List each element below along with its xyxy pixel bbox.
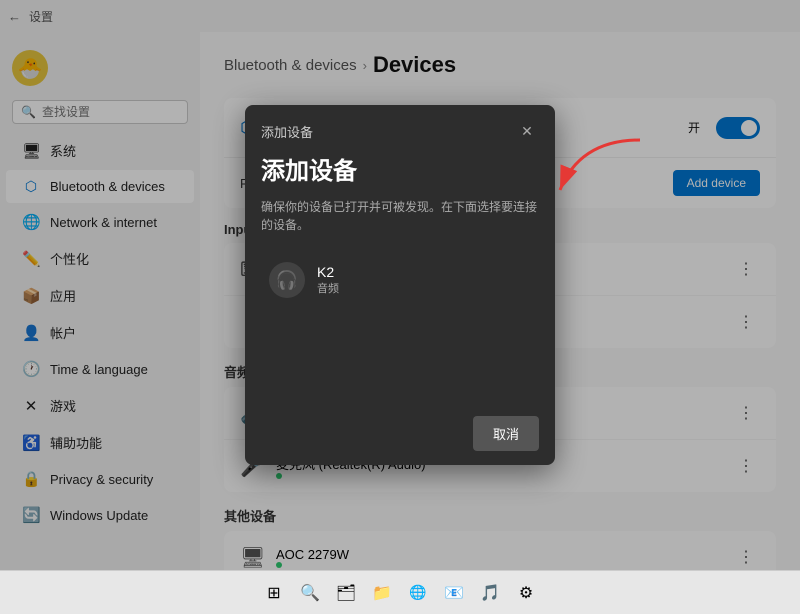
- modal-close-button[interactable]: ✕: [515, 119, 539, 143]
- media-button[interactable]: 🎵: [475, 578, 505, 608]
- settings-taskbar-button[interactable]: ⚙: [511, 578, 541, 608]
- task-view-button[interactable]: 🗂: [331, 578, 361, 608]
- search-taskbar-button[interactable]: 🔍: [295, 578, 325, 608]
- taskbar: ⊞ 🔍 🗂 📁 🌐 📧 🎵 ⚙: [0, 570, 800, 614]
- list-item[interactable]: 🎧 K2 音频: [253, 250, 547, 310]
- start-button[interactable]: ⊞: [259, 578, 289, 608]
- modal-description: 确保你的设备已打开并可被发现。在下面选择要连接的设备。: [245, 198, 555, 250]
- cancel-button[interactable]: 取消: [473, 416, 539, 451]
- explorer-button[interactable]: 📁: [367, 578, 397, 608]
- modal-overlay: 添加设备 ✕ 添加设备 确保你的设备已打开并可被发现。在下面选择要连接的设备。 …: [0, 0, 800, 570]
- mail-button[interactable]: 📧: [439, 578, 469, 608]
- device-modal-icon: 🎧: [269, 262, 305, 298]
- modal-device-name: K2: [317, 264, 339, 280]
- edge-button[interactable]: 🌐: [403, 578, 433, 608]
- add-device-modal: 添加设备 ✕ 添加设备 确保你的设备已打开并可被发现。在下面选择要连接的设备。 …: [245, 105, 555, 465]
- modal-title: 添加设备: [245, 143, 555, 198]
- modal-header-label: 添加设备: [261, 122, 313, 141]
- modal-device-type: 音频: [317, 280, 339, 296]
- modal-header: 添加设备 ✕: [245, 105, 555, 143]
- modal-footer: 取消: [245, 402, 555, 465]
- device-modal-info: K2 音频: [317, 264, 339, 296]
